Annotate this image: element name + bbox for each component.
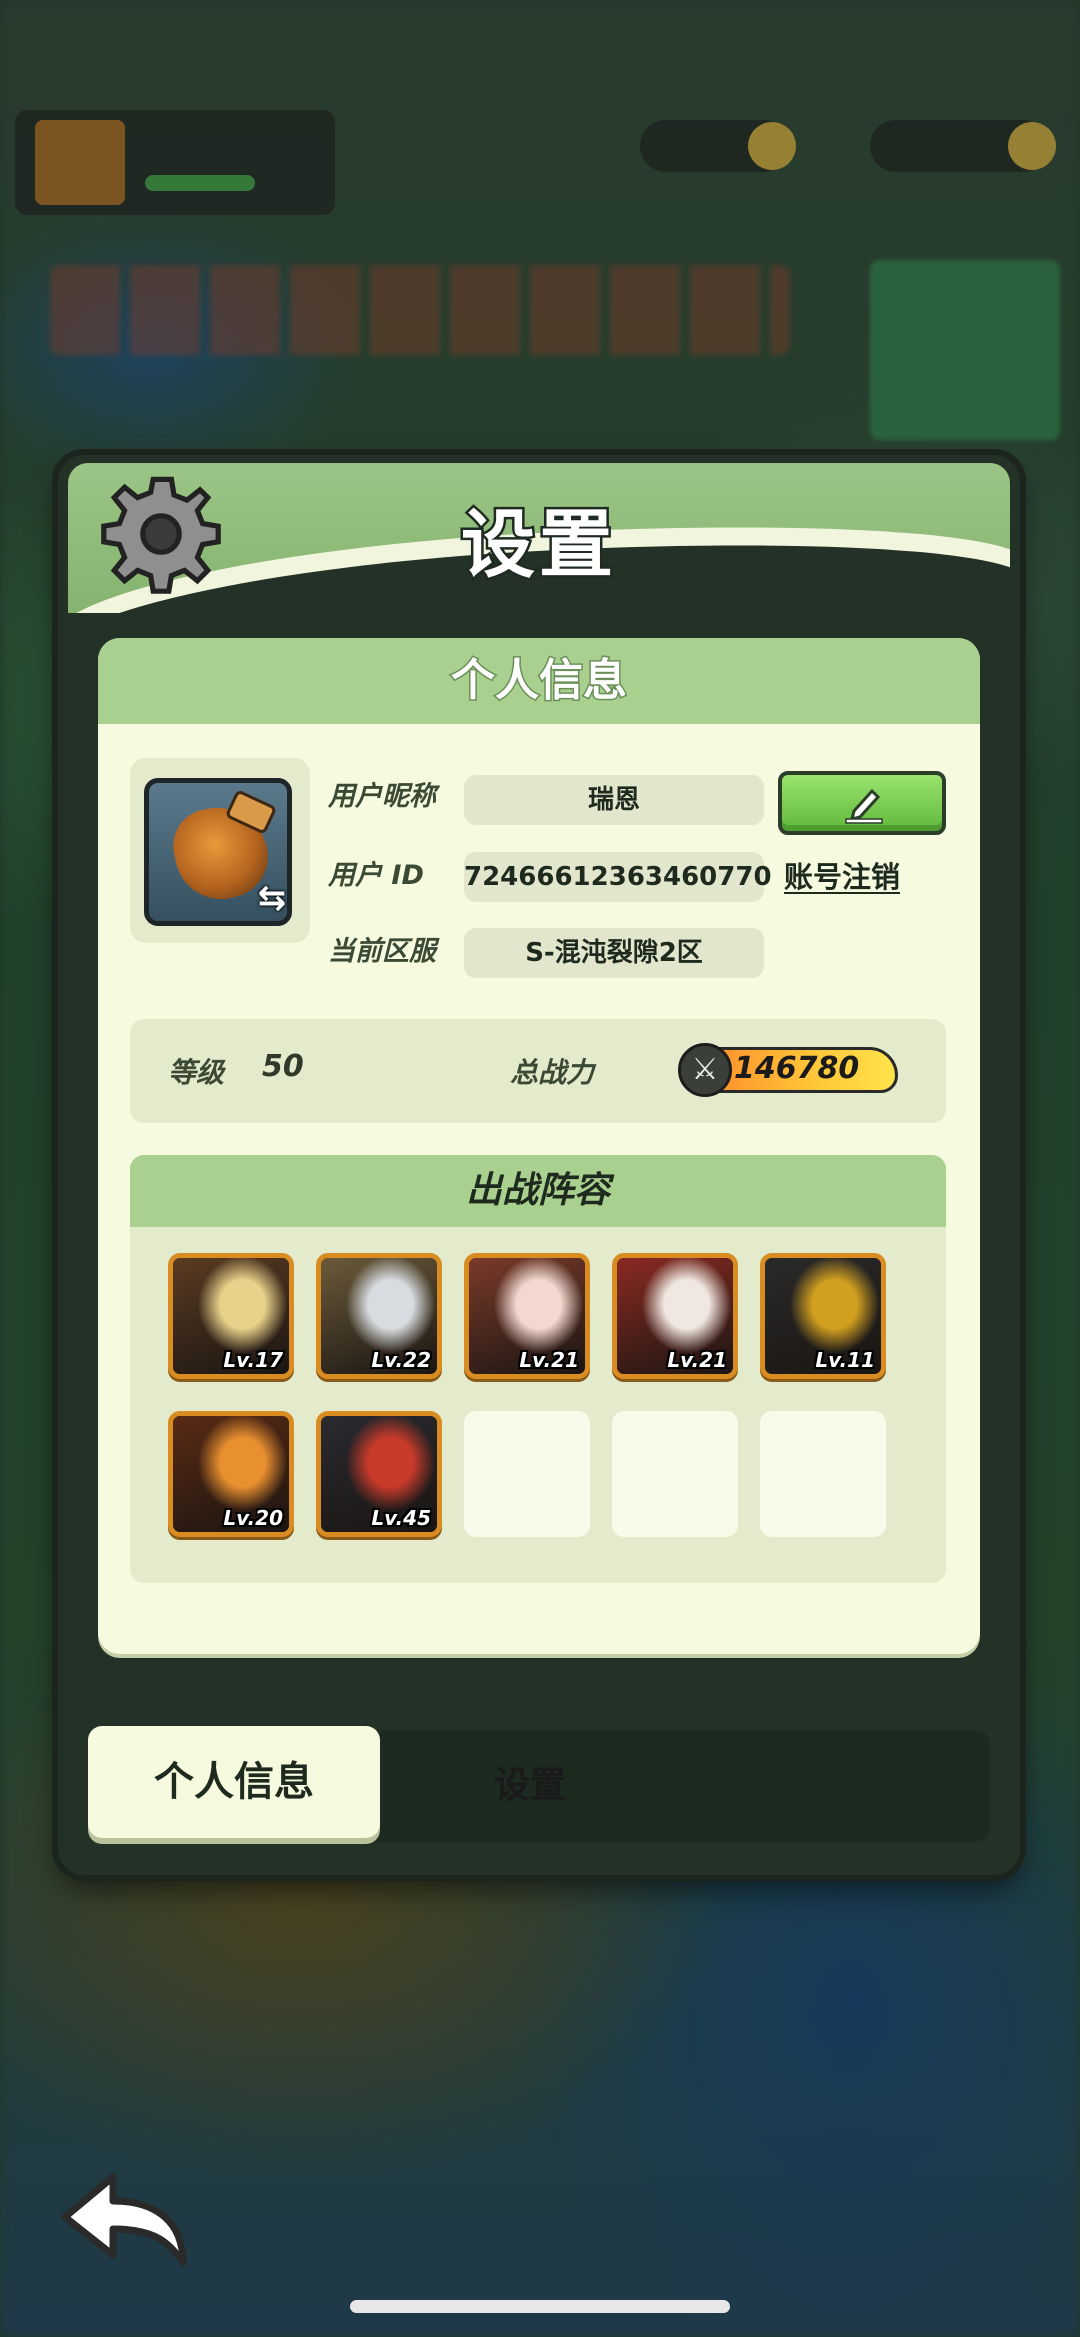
hero-card[interactable]: Lv.17 — [168, 1253, 294, 1379]
swap-avatar-icon[interactable]: ⇆ — [252, 878, 292, 918]
personal-info-header: 个人信息 — [98, 638, 980, 724]
tab-bar: 个人信息 设置 — [88, 1726, 990, 1842]
battle-lineup-title: 出战阵容 — [130, 1155, 946, 1227]
hero-level: Lv.17 — [223, 1348, 283, 1372]
tab-personal-info[interactable]: 个人信息 — [88, 1726, 380, 1838]
stats-row: 等级 50 总战力 ⚔ 146780 — [130, 1019, 946, 1123]
level-value: 50 — [262, 1049, 304, 1084]
hero-card[interactable]: Lv.45 — [316, 1411, 442, 1537]
panel-header: 设置 — [68, 463, 1010, 613]
hero-level: Lv.21 — [667, 1348, 727, 1372]
hero-card[interactable]: Lv.21 — [612, 1253, 738, 1379]
panel-title: 设置 — [459, 500, 617, 591]
avatar-box[interactable]: ⇆ — [130, 758, 310, 943]
crossed-swords-icon: ⚔ — [678, 1043, 732, 1097]
hero-level: Lv.22 — [371, 1348, 431, 1372]
user-id-label: 用户 ID — [328, 860, 424, 891]
hero-card[interactable]: Lv.20 — [168, 1411, 294, 1537]
empty-hero-slot[interactable] — [612, 1411, 738, 1537]
power-label: 总战力 — [510, 1056, 595, 1089]
power-value: 146780 — [734, 1051, 860, 1086]
back-arrow-icon[interactable] — [55, 2165, 195, 2275]
hero-level: Lv.45 — [371, 1506, 431, 1530]
user-id-field: 72466612363460770 — [464, 852, 772, 902]
empty-hero-slot[interactable] — [760, 1411, 886, 1537]
hero-level: Lv.20 — [223, 1506, 283, 1530]
hero-card[interactable]: Lv.22 — [316, 1253, 442, 1379]
nickname-label: 用户昵称 — [328, 781, 436, 812]
empty-hero-slot[interactable] — [464, 1411, 590, 1537]
home-indicator[interactable] — [350, 2300, 730, 2313]
hero-level: Lv.11 — [815, 1348, 875, 1372]
server-label: 当前区服 — [328, 936, 436, 967]
server-field: S-混沌裂隙2区 — [464, 928, 764, 978]
pencil-icon — [845, 788, 883, 824]
hero-level: Lv.21 — [519, 1348, 579, 1372]
edit-nickname-button[interactable] — [778, 771, 946, 835]
battle-lineup: 出战阵容 Lv.17 Lv.22 Lv.21 Lv.21 Lv.11 Lv.20 Lv.45 — [130, 1155, 946, 1583]
settings-panel: 设置 个人信息 ⇆ 用户昵称 瑞恩 用户 ID 7246661236346077… — [58, 455, 1020, 1875]
hero-card[interactable]: Lv.21 — [464, 1253, 590, 1379]
tab-settings[interactable]: 设置 — [380, 1730, 680, 1842]
level-label: 等级 — [168, 1056, 225, 1089]
nickname-field: 瑞恩 — [464, 775, 764, 825]
personal-info-card: 个人信息 ⇆ 用户昵称 瑞恩 用户 ID 72466612363460770 账… — [98, 638, 980, 1654]
power-badge: ⚔ 146780 — [678, 1043, 910, 1097]
hero-card[interactable]: Lv.11 — [760, 1253, 886, 1379]
account-cancel-link[interactable]: 账号注销 — [784, 854, 900, 896]
